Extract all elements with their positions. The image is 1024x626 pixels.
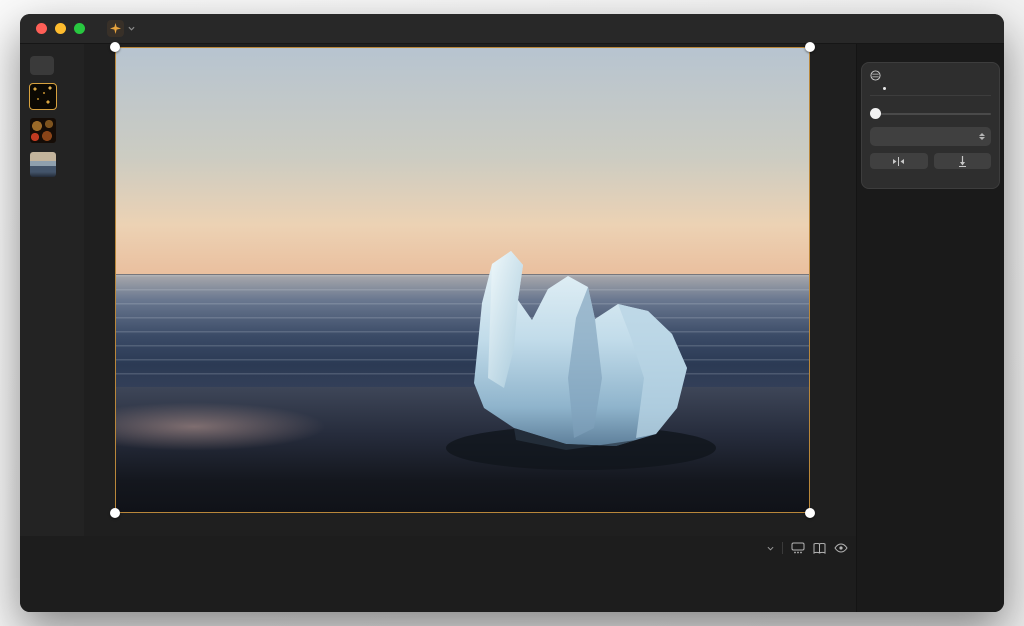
compare-before-after-icon[interactable] — [813, 543, 826, 554]
masking-dot-indicator — [883, 87, 886, 90]
filmstrip-toggle-icon[interactable] — [791, 542, 805, 554]
opacity-slider-knob[interactable] — [870, 108, 881, 119]
zoom-level-dropdown[interactable] — [764, 546, 774, 551]
app-menu-chevron-icon[interactable] — [128, 26, 135, 31]
titlebar — [20, 14, 1004, 44]
close-button[interactable] — [36, 23, 47, 34]
layer-thumb-photo[interactable] — [30, 152, 56, 177]
crop-handle-bottom-left[interactable] — [110, 508, 120, 518]
divider — [782, 542, 783, 554]
preview-eye-icon[interactable] — [834, 543, 848, 553]
flip-horizontal-button[interactable] — [870, 153, 928, 169]
tool-list — [857, 189, 1004, 201]
layer-thumb-sparkles[interactable] — [30, 84, 56, 109]
tools-panel — [856, 44, 1004, 612]
app-logo-icon[interactable] — [107, 20, 124, 37]
layer-properties-card — [861, 62, 1000, 189]
layers-sidebar — [20, 44, 84, 536]
crop-handle-top-left[interactable] — [110, 42, 120, 52]
opacity-slider[interactable] — [870, 108, 991, 119]
view-controls — [764, 542, 848, 554]
minimize-button[interactable] — [55, 23, 66, 34]
canvas-area — [84, 44, 856, 536]
bottom-bar — [20, 536, 856, 612]
layer-properties-icon — [870, 70, 881, 81]
crop-handle-bottom-right[interactable] — [805, 508, 815, 518]
app-window — [20, 14, 1004, 612]
edited-photo[interactable] — [115, 47, 810, 513]
layer-thumb-bokeh[interactable] — [30, 118, 56, 143]
zoom-button[interactable] — [74, 23, 85, 34]
crop-handle-top-right[interactable] — [805, 42, 815, 52]
iceberg — [116, 48, 810, 513]
traffic-lights — [36, 23, 85, 34]
select-chevrons-icon — [979, 133, 985, 140]
flip-vertical-button[interactable] — [934, 153, 992, 169]
blend-mode-select[interactable] — [870, 127, 991, 146]
add-layer-button[interactable] — [30, 56, 54, 75]
